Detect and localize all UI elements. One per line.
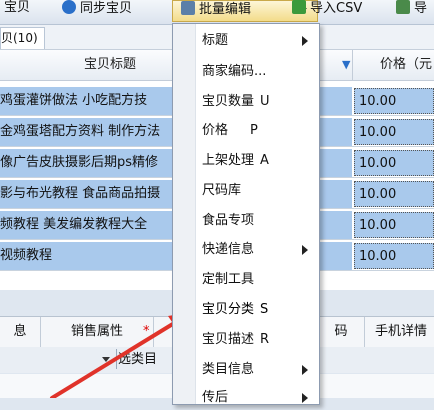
menu-item-more[interactable]: 传后 xyxy=(202,386,314,410)
menu-item-label: 快递信息 xyxy=(202,242,255,257)
submenu-arrow-icon xyxy=(302,36,308,46)
menu-item-label: 宝贝分类 xyxy=(202,302,255,317)
menu-item-shortcut: A xyxy=(260,153,269,168)
menu-item-label: 商家编码... xyxy=(202,64,267,79)
menu-item-label: 类目信息 xyxy=(202,362,255,377)
menu-item-quantity[interactable]: 宝贝数量 U xyxy=(202,90,314,114)
menu-item-shortcut: P xyxy=(250,123,258,138)
menu-item-size-library[interactable]: 尺码库 xyxy=(202,179,314,203)
menu-item-label: 定制工具 xyxy=(202,272,255,287)
menu-item-label: 价格 xyxy=(202,123,229,138)
menu-item-listing[interactable]: 上架处理 A xyxy=(202,149,314,173)
menu-item-food[interactable]: 食品专项 xyxy=(202,209,314,233)
menu-item-price[interactable]: 价格 P xyxy=(202,119,314,143)
submenu-arrow-icon xyxy=(302,365,308,375)
menu-item-label: 上架处理 xyxy=(202,153,255,168)
menu-item-category-info[interactable]: 类目信息 xyxy=(202,358,314,382)
menu-item-shortcut: U xyxy=(260,94,270,109)
menu-item-label: 食品专项 xyxy=(202,213,255,228)
menu-item-custom-tools[interactable]: 定制工具 xyxy=(202,268,314,292)
submenu-arrow-icon xyxy=(302,393,308,403)
menu-item-merchant-code[interactable]: 商家编码... xyxy=(202,60,314,84)
menu-item-category[interactable]: 宝贝分类 S xyxy=(202,298,314,322)
submenu-arrow-icon xyxy=(302,245,308,255)
menu-item-label: 尺码库 xyxy=(202,183,242,198)
menu-icon-strip xyxy=(173,24,196,404)
menu-item-shipping[interactable]: 快递信息 xyxy=(202,238,314,262)
menu-item-label: 宝贝数量 xyxy=(202,94,255,109)
menu-item-shortcut: R xyxy=(260,332,270,347)
menu-item-title[interactable]: 标题 xyxy=(202,29,314,53)
menu-item-shortcut: S xyxy=(260,302,269,317)
menu-item-label: 宝贝描述 xyxy=(202,332,255,347)
menu-item-label: 标题 xyxy=(202,33,229,48)
batch-edit-menu: 标题 商家编码... 宝贝数量 U 价格 P 上架处理 A 尺码库 食品专项 快递信息… xyxy=(172,23,320,405)
menu-item-description[interactable]: 宝贝描述 R xyxy=(202,328,314,352)
